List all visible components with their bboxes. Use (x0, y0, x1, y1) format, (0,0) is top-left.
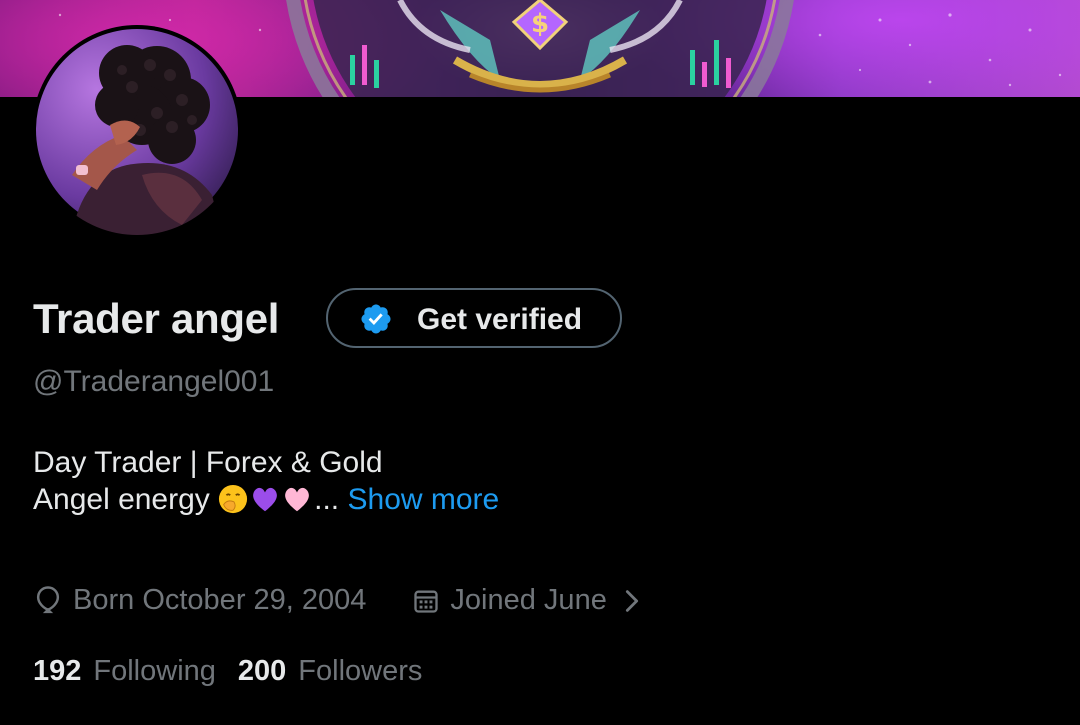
face-with-hand-over-mouth-icon (219, 484, 248, 514)
followers-link[interactable]: 200 Followers (238, 655, 422, 688)
birthday-item: Born October 29, 2004 (33, 584, 366, 617)
birthday-text: Born October 29, 2004 (73, 584, 367, 616)
profile-handle: @Traderangel001 (33, 365, 275, 398)
followers-count: 200 (237, 655, 287, 687)
joined-item[interactable]: Joined June (412, 584, 642, 617)
bio-line-1: Day Trader | Forex & Gold (33, 446, 383, 479)
follow-stats: 192 Following 200 Followers (33, 655, 422, 688)
avatar-image (36, 29, 238, 235)
get-verified-label: Get verified (417, 303, 583, 336)
purple-heart-icon (253, 487, 278, 512)
bio-line-2: Angel energy (33, 483, 210, 516)
bio-line-2-row: Angel energy ... Show more (33, 481, 499, 518)
get-verified-button[interactable]: Get verified (326, 288, 622, 348)
svg-text:$: $ (531, 9, 549, 39)
followers-label: Followers (298, 655, 423, 687)
following-label: Following (93, 655, 216, 687)
following-count: 192 (33, 655, 82, 687)
joined-text: Joined June (450, 584, 607, 616)
show-more-link[interactable]: Show more (348, 483, 500, 516)
bio-ellipsis: ... (314, 483, 340, 516)
calendar-icon (414, 590, 439, 613)
profile-avatar[interactable] (32, 25, 242, 235)
profile-page: $ Trader angel Get verified @Traderangel… (0, 0, 1080, 725)
profile-meta: Born October 29, 2004 Joined June (33, 584, 643, 617)
profile-bio: Day Trader | Forex & Gold Angel energy .… (33, 444, 499, 518)
balloon-icon (36, 585, 60, 613)
display-name: Trader angel (33, 295, 280, 342)
following-link[interactable]: 192 Following (33, 655, 216, 688)
chevron-right-icon[interactable] (621, 587, 643, 615)
verified-badge-icon (361, 304, 391, 334)
pink-heart-icon (285, 487, 310, 512)
